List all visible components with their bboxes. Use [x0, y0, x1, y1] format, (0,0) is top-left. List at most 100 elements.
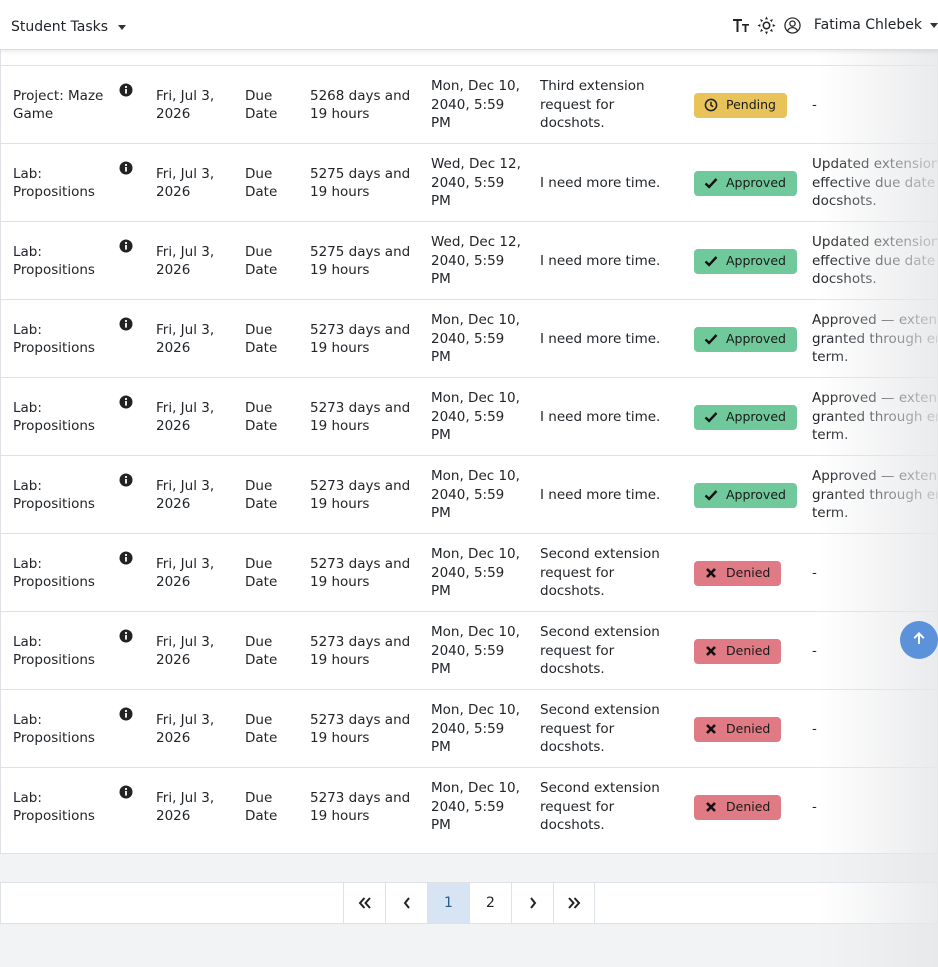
table-row: Lab: Propositions Fri, Jul 3, 2026 Due Date 52…	[1, 300, 937, 378]
requested-date-line: PM	[431, 349, 451, 366]
response-note-line: -	[812, 798, 817, 815]
response-note-line: term.	[812, 427, 849, 444]
first-page-button[interactable]	[343, 883, 385, 923]
request-reason-line: Second extension	[540, 624, 660, 641]
response-note-line: -	[812, 642, 817, 659]
requested-date: Mon, Dec 10, 2040, 5:59 PM	[431, 612, 531, 690]
table-row: Lab: Propositions Fri, Jul 3, 2026 Due Date 52…	[1, 534, 937, 612]
check-icon	[704, 410, 718, 424]
requested-date: Mon, Dec 10, 2040, 5:59 PM	[431, 768, 531, 846]
pagination-bar: 1 2	[0, 882, 938, 924]
table-row: Project: Maze Game Fri, Jul 3, 2026 Due Date 5…	[1, 66, 937, 144]
task-name-line: Propositions	[13, 184, 95, 200]
status-label: Pending	[726, 96, 776, 112]
requested-date-line: 2040, 5:59	[431, 720, 505, 737]
table-row: Lab: Propositions Fri, Jul 3, 2026 Due Date 52…	[1, 612, 937, 690]
requested-date-line: Mon, Dec 10,	[431, 468, 520, 485]
original-due-date-line: Fri, Jul 3,	[156, 87, 215, 104]
info-icon[interactable]	[119, 144, 135, 192]
status-badge: Pending	[694, 92, 787, 118]
original-due-date-line: Fri, Jul 3,	[156, 477, 215, 494]
task-name: Lab: Propositions	[13, 768, 111, 846]
deadline-type-line: Due	[245, 243, 273, 260]
user-name: Fatima Chlebek	[813, 17, 922, 33]
next-page-button[interactable]	[511, 883, 553, 923]
prev-page-button[interactable]	[385, 883, 427, 923]
response-note-line: docshots.	[812, 271, 877, 288]
status-label: Approved	[726, 252, 786, 268]
response-note-line: docshots.	[812, 193, 877, 210]
deadline-type-line: Due	[245, 477, 273, 494]
page-button-2[interactable]: 2	[469, 883, 511, 923]
request-reason: Second extension request for docshots.	[540, 612, 680, 690]
caret-down-icon	[118, 24, 127, 30]
info-icon[interactable]	[119, 456, 135, 504]
response-note: Approved — extens granted through en term.	[812, 378, 938, 456]
deadline-type: Due Date	[245, 768, 301, 846]
user-menu[interactable]: Fatima Chlebek	[814, 17, 938, 33]
x-icon	[704, 644, 718, 658]
task-name-line: Lab:	[13, 633, 42, 650]
info-icon[interactable]	[119, 534, 135, 582]
requested-date-line: 2040, 5:59	[431, 252, 505, 269]
scroll-to-top-button[interactable]	[900, 621, 938, 659]
task-name-line: Propositions	[13, 652, 95, 668]
original-due-date: Fri, Jul 3, 2026	[156, 300, 236, 378]
task-name-line: Lab:	[13, 243, 42, 260]
request-reason: I need more time.	[540, 378, 680, 456]
status-badge: Approved	[694, 326, 797, 352]
status-label: Denied	[726, 642, 771, 658]
status-cell: Denied	[694, 690, 804, 768]
response-note: Approved — extens granted through en term.	[812, 456, 938, 534]
time-remaining-line: 19 hours	[310, 106, 370, 122]
status-badge: Approved	[694, 404, 797, 430]
info-icon[interactable]	[119, 300, 135, 348]
info-icon[interactable]	[119, 690, 135, 738]
response-note-line: Updated extension	[812, 234, 938, 251]
deadline-type: Due Date	[245, 456, 301, 534]
time-remaining-line: 5273 days and	[310, 477, 411, 494]
page-button-1[interactable]: 1	[427, 883, 469, 923]
deadline-type-line: Due	[245, 789, 273, 806]
request-reason-line: docshots.	[540, 817, 605, 834]
deadline-type: Due Date	[245, 66, 301, 144]
original-due-date-line: Fri, Jul 3,	[156, 555, 215, 572]
requested-date-line: PM	[431, 583, 451, 600]
time-remaining-line: 19 hours	[310, 262, 370, 278]
time-remaining: 5273 days and 19 hours	[310, 612, 422, 690]
original-due-date: Fri, Jul 3, 2026	[156, 768, 236, 846]
requested-date-line: Mon, Dec 10,	[431, 312, 520, 329]
text-size-icon[interactable]	[730, 14, 752, 36]
requested-date: Mon, Dec 10, 2040, 5:59 PM	[431, 378, 531, 456]
last-page-button[interactable]	[553, 883, 595, 923]
task-name-line: Propositions	[13, 808, 95, 824]
info-icon[interactable]	[119, 222, 135, 270]
original-due-date-line: 2026	[156, 106, 191, 122]
arrow-up-icon	[911, 630, 927, 650]
requested-date-line: PM	[431, 817, 451, 834]
time-remaining-line: 19 hours	[310, 652, 370, 668]
requested-date-line: 2040, 5:59	[431, 642, 505, 659]
x-icon	[704, 566, 718, 580]
table-row: Lab: Propositions Fri, Jul 3, 2026 Due Date 52…	[1, 222, 937, 300]
info-icon[interactable]	[119, 66, 135, 114]
x-icon	[704, 800, 718, 814]
response-note-line: granted through en	[812, 486, 938, 503]
info-icon[interactable]	[119, 378, 135, 426]
original-due-date-line: 2026	[156, 496, 191, 512]
time-remaining: 5273 days and 19 hours	[310, 456, 422, 534]
info-icon[interactable]	[119, 768, 135, 816]
response-note-line: Approved — extens	[812, 390, 938, 407]
status-badge: Approved	[694, 248, 797, 274]
request-reason-line: I need more time.	[540, 408, 661, 425]
deadline-type-line: Due	[245, 555, 273, 572]
theme-sun-icon[interactable]	[756, 14, 778, 36]
requested-date: Mon, Dec 10, 2040, 5:59 PM	[431, 66, 531, 144]
deadline-type: Due Date	[245, 690, 301, 768]
original-due-date-line: 2026	[156, 652, 191, 668]
info-icon[interactable]	[119, 612, 135, 660]
app-title-dropdown[interactable]: Student Tasks	[11, 19, 127, 35]
chevron-right-icon	[529, 897, 536, 909]
original-due-date: Fri, Jul 3, 2026	[156, 222, 236, 300]
original-due-date: Fri, Jul 3, 2026	[156, 690, 236, 768]
